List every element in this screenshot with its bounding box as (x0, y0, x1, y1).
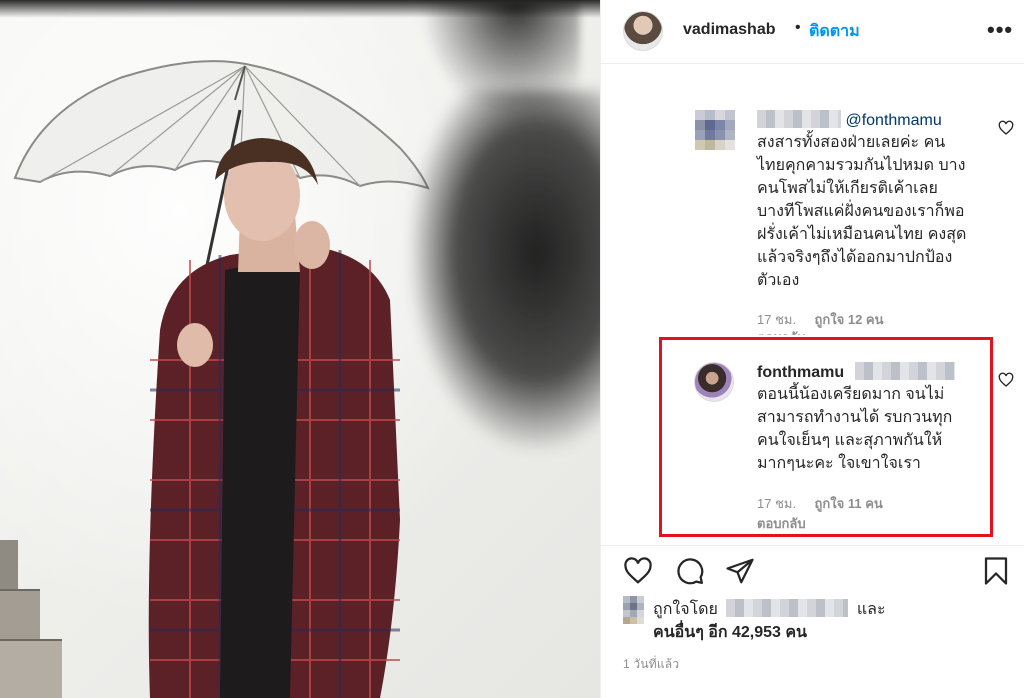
bookmark-icon[interactable] (981, 556, 1011, 586)
follow-button[interactable]: ติดตาม (809, 19, 860, 44)
liker-avatar[interactable] (623, 596, 645, 624)
photo-foreground-blur (410, 90, 600, 450)
share-icon[interactable] (725, 556, 755, 586)
post-timestamp[interactable]: 1 วันที่แล้ว (623, 655, 679, 674)
likes-text: ถูกใจโดย และ คนอื่นๆ อีก 42,953 คน (653, 598, 886, 644)
comment-icon[interactable] (675, 556, 705, 586)
heart-icon[interactable] (623, 556, 653, 586)
comment-1-heart-icon[interactable] (998, 120, 1014, 136)
more-icon[interactable]: ••• (987, 17, 1013, 43)
comment-2-heart-icon[interactable] (998, 372, 1014, 388)
comment-1-reply-button[interactable]: ตอบกลับ (757, 327, 806, 335)
likes-and: และ (856, 601, 886, 618)
highlight-box (659, 337, 993, 537)
likes-prefix: ถูกใจโดย (653, 601, 718, 618)
photo-foreground-blur-top (420, 0, 580, 120)
post-header: vadimashab • ติดตาม ••• (601, 0, 1024, 64)
comment-1-time: 17 ชม. (757, 312, 797, 327)
comment-1-username-blurred[interactable] (757, 110, 841, 128)
author-username[interactable]: vadimashab (683, 21, 775, 39)
comment-1-likes[interactable]: ถูกใจ 12 คน (815, 312, 884, 327)
photo-person (148, 138, 400, 698)
liker-username-blurred[interactable] (726, 599, 849, 617)
photo-stairs (0, 540, 62, 698)
header-separator-dot: • (795, 19, 801, 36)
post-photo (0, 0, 600, 698)
post-actions-bar (601, 545, 1024, 597)
author-avatar[interactable] (623, 11, 663, 51)
likes-others-count[interactable]: คนอื่นๆ อีก 42,953 คน (653, 624, 807, 641)
comment-1-text: สงสารทั้งสองฝ่ายเลยค่ะ คน ไทยคุกคามรวมกั… (757, 134, 967, 289)
comment-1-avatar[interactable] (695, 110, 735, 150)
comment-1-mention[interactable]: @fonthmamu (845, 112, 941, 129)
